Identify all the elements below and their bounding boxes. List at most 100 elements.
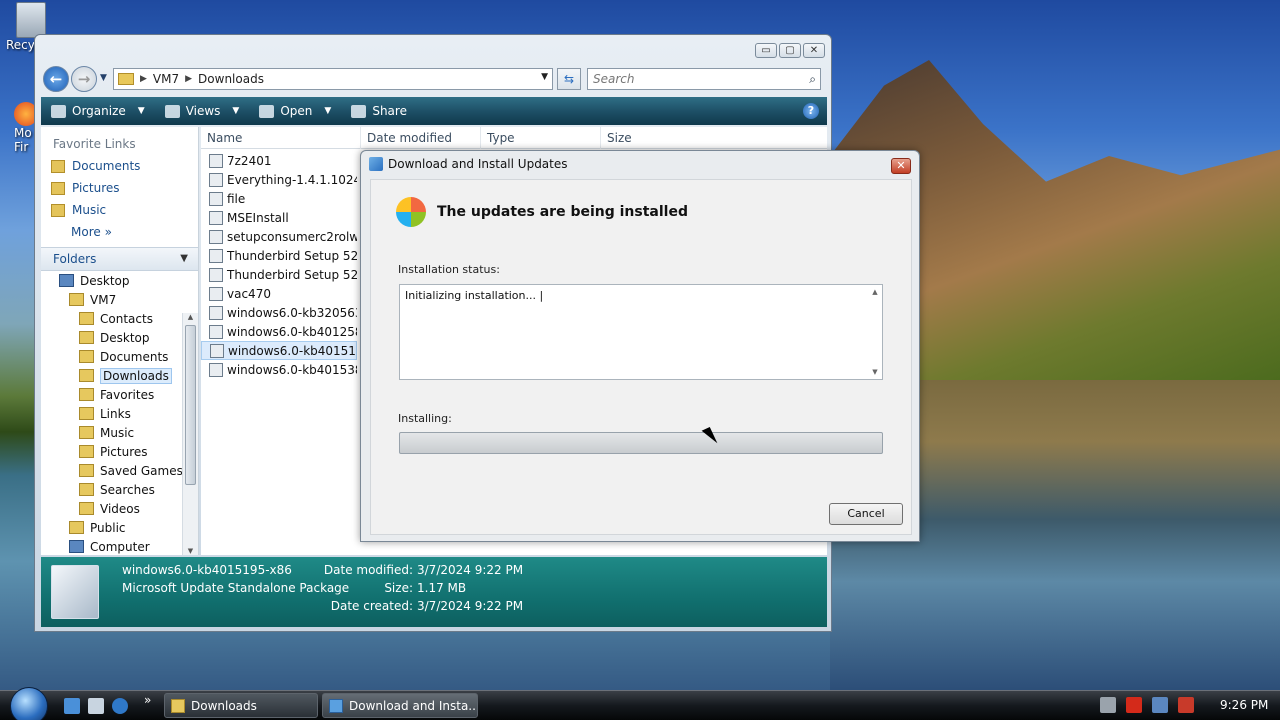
folder-tree-item[interactable]: Pictures <box>41 442 198 461</box>
scrollbar-thumb[interactable] <box>185 325 196 485</box>
keyboard-icon[interactable] <box>1100 697 1116 713</box>
file-row[interactable]: windows6.0-kb320563... <box>201 303 357 322</box>
views-button[interactable]: Views ▼ <box>155 104 250 118</box>
folder-tree-item[interactable]: Downloads <box>41 366 198 385</box>
file-name: Thunderbird Setup 52.... <box>227 248 357 263</box>
taskbar-clock[interactable]: 9:26 PM <box>1220 698 1268 712</box>
folder-tree-item[interactable]: Desktop <box>41 271 198 290</box>
favorite-link-pictures[interactable]: Pictures <box>41 177 198 199</box>
more-links-button[interactable]: More » <box>41 221 198 243</box>
installation-status-textbox[interactable]: Initializing installation... | ▲ ▼ <box>399 284 883 380</box>
file-row[interactable]: Thunderbird Setup 52.... <box>201 246 357 265</box>
file-row[interactable]: 7z2401 <box>201 151 357 170</box>
share-label: Share <box>372 104 407 118</box>
breadcrumb-current[interactable]: Downloads <box>198 72 264 86</box>
breadcrumb-root[interactable]: VM7 <box>153 72 179 86</box>
column-name[interactable]: Name <box>201 127 361 149</box>
column-date-modified[interactable]: Date modified <box>361 127 481 149</box>
folder-tree-label: Downloads <box>100 367 172 384</box>
folder-icon <box>69 293 84 306</box>
favorite-link-label: Music <box>72 203 107 217</box>
folders-header[interactable]: Folders ▼ <box>41 247 198 271</box>
folder-tree-item[interactable]: Contacts <box>41 309 198 328</box>
file-row[interactable]: vac470 <box>201 284 357 303</box>
detail-size-label: Size: <box>384 581 413 595</box>
column-size[interactable]: Size <box>601 127 827 149</box>
search-input[interactable]: Search ⌕ <box>587 68 821 90</box>
folder-tree-item[interactable]: Computer <box>41 537 198 555</box>
network-icon[interactable] <box>1152 697 1168 713</box>
folder-tree-item[interactable]: Videos <box>41 499 198 518</box>
details-pane: windows6.0-kb4015195-x86 Microsoft Updat… <box>41 557 827 627</box>
start-button[interactable] <box>10 687 48 720</box>
pictures-folder-icon <box>51 181 65 195</box>
minimize-button[interactable]: ▭ <box>755 43 777 58</box>
file-row[interactable]: windows6.0-kb401538... <box>201 360 357 379</box>
folder-tree-item[interactable]: Music <box>41 423 198 442</box>
file-name: windows6.0-kb401258... <box>227 324 357 339</box>
favorite-link-music[interactable]: Music <box>41 199 198 221</box>
search-icon[interactable]: ⌕ <box>809 72 816 87</box>
folder-icon <box>171 698 185 713</box>
file-row[interactable]: Thunderbird Setup 52.... <box>201 265 357 284</box>
file-row[interactable]: MSEInstall <box>201 208 357 227</box>
volume-muted-icon[interactable] <box>1178 697 1194 713</box>
ie-quicklaunch-icon[interactable] <box>64 698 80 714</box>
share-icon <box>351 104 367 118</box>
security-alert-icon[interactable] <box>1126 697 1142 713</box>
organize-button[interactable]: Organize ▼ <box>41 104 155 118</box>
folder-icon <box>79 502 94 515</box>
folder-tree-scrollbar[interactable]: ▲ ▼ <box>182 313 198 555</box>
installing-label: Installing: <box>398 412 452 425</box>
breadcrumb-arrow-icon[interactable]: ▶ <box>185 74 192 84</box>
share-button[interactable]: Share <box>341 104 417 118</box>
folder-tree-item[interactable]: Documents <box>41 347 198 366</box>
column-type[interactable]: Type <box>481 127 601 149</box>
detail-date-created-label: Date created: <box>330 599 413 613</box>
file-row[interactable]: windows6.0-kb401519... <box>201 341 357 360</box>
file-row[interactable]: windows6.0-kb401258... <box>201 322 357 341</box>
file-icon <box>209 210 223 225</box>
close-button[interactable]: ✕ <box>803 43 825 58</box>
help-button[interactable]: ? <box>803 103 819 119</box>
scroll-up-icon[interactable]: ▲ <box>868 288 882 296</box>
favorite-link-documents[interactable]: Documents <box>41 155 198 177</box>
maximize-button[interactable]: ▢ <box>779 43 801 58</box>
scroll-down-icon[interactable]: ▼ <box>183 547 198 555</box>
address-bar[interactable]: ▶ VM7 ▶ Downloads ▼ <box>113 68 553 90</box>
internet-explorer-icon[interactable] <box>112 698 128 714</box>
dialog-title: Download and Install Updates <box>388 157 568 171</box>
back-button[interactable]: ← <box>43 66 69 92</box>
folder-tree-item[interactable]: VM7 <box>41 290 198 309</box>
file-row[interactable]: Everything-1.4.1.1024.x... <box>201 170 357 189</box>
folder-icon <box>79 350 94 363</box>
folder-tree-item[interactable]: Searches <box>41 480 198 499</box>
folder-tree-item[interactable]: Links <box>41 404 198 423</box>
scroll-down-icon[interactable]: ▼ <box>868 368 882 376</box>
dialog-close-button[interactable]: ✕ <box>891 158 911 174</box>
cancel-button[interactable]: Cancel <box>829 503 903 525</box>
file-row[interactable]: file <box>201 189 357 208</box>
breadcrumb-arrow-icon[interactable]: ▶ <box>140 74 147 84</box>
organize-icon <box>51 104 66 118</box>
folder-tree-item[interactable]: Saved Games <box>41 461 198 480</box>
folder-tree-label: Desktop <box>100 330 150 345</box>
open-label: Open <box>280 104 313 118</box>
folder-tree-item[interactable]: Desktop <box>41 328 198 347</box>
taskbar-button-downloads[interactable]: Downloads <box>164 693 318 718</box>
folder-tree-item[interactable]: Public <box>41 518 198 537</box>
address-dropdown-icon[interactable]: ▼ <box>541 72 548 82</box>
open-button[interactable]: Open ▼ <box>249 104 341 118</box>
refresh-button[interactable]: ⇆ <box>557 68 581 90</box>
switch-windows-icon[interactable] <box>88 698 104 714</box>
quicklaunch-overflow-button[interactable]: » <box>144 693 151 707</box>
folder-tree-item[interactable]: Favorites <box>41 385 198 404</box>
folder-tree-label: Desktop <box>80 273 130 288</box>
recent-pages-dropdown-icon[interactable]: ▼ <box>100 73 107 83</box>
file-row[interactable]: setupconsumerc2rolw <box>201 227 357 246</box>
chevron-down-icon: ▼ <box>232 106 240 116</box>
taskbar-button-install-updates[interactable]: Download and Insta... <box>322 693 478 718</box>
scroll-up-icon[interactable]: ▲ <box>183 313 198 321</box>
forward-button[interactable]: → <box>71 66 97 92</box>
status-scrollbar[interactable]: ▲ ▼ <box>868 285 882 379</box>
